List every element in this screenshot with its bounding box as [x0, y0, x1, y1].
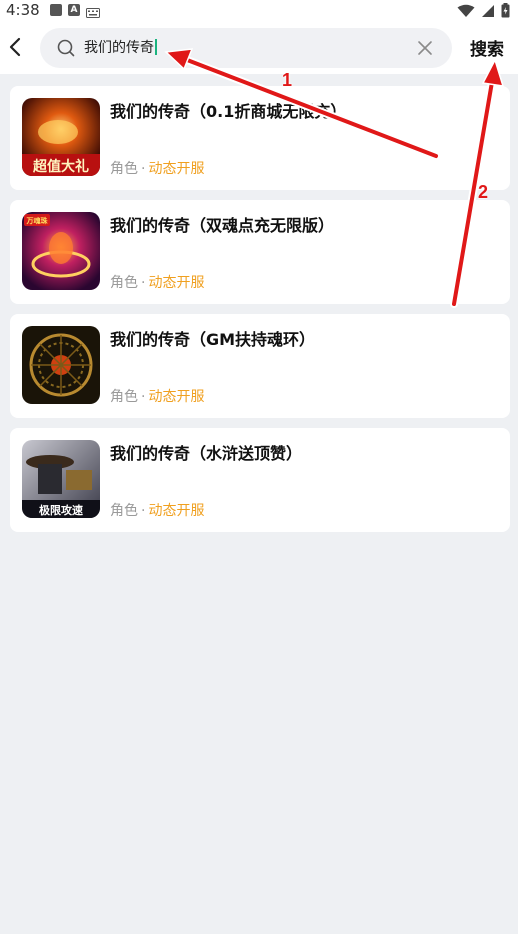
status-time: 4:38 [6, 1, 40, 19]
game-category: 角色 [110, 389, 138, 405]
meta-separator: · [141, 161, 146, 177]
game-meta: 角色 · 动态开服 [110, 386, 204, 406]
game-category: 角色 [110, 275, 138, 291]
search-input-value: 我们的传奇 [84, 40, 154, 56]
annotation-label-1: 1 [282, 70, 293, 90]
game-icon [22, 326, 100, 404]
search-button[interactable]: 搜索 [470, 35, 504, 60]
text-notification-icon: A [68, 4, 80, 16]
game-title: 我们的传奇（双魂点充无限版） [110, 216, 335, 235]
search-input[interactable]: 我们的传奇 [84, 38, 157, 58]
game-meta: 角色 · 动态开服 [110, 158, 204, 178]
game-category: 角色 [110, 503, 138, 519]
image-notification-icon [50, 4, 62, 16]
search-results-list: 超值大礼 我们的传奇（0.1折商城无限充） 角色 · 动态开服 万魂珠 我们的传… [10, 86, 510, 542]
game-icon-text: 超值大礼 [32, 158, 89, 175]
game-tag: 动态开服 [148, 389, 205, 405]
game-tag: 动态开服 [148, 161, 205, 177]
search-box[interactable]: 我们的传奇 [40, 28, 452, 68]
game-icon-text: 万魂珠 [26, 216, 49, 225]
search-header: 我们的传奇 搜索 [0, 22, 518, 74]
status-bar: 4:38 A [0, 0, 518, 22]
game-category: 角色 [110, 161, 138, 177]
meta-separator: · [141, 389, 146, 405]
game-icon: 极限攻速 [22, 440, 100, 518]
result-card[interactable]: 我们的传奇（GM扶持魂环） 角色 · 动态开服 [10, 314, 510, 418]
search-icon [57, 39, 75, 57]
clear-icon[interactable] [416, 39, 434, 57]
game-meta: 角色 · 动态开服 [110, 500, 204, 520]
game-title: 我们的传奇（0.1折商城无限充） [110, 102, 347, 121]
annotation-label-2: 2 [478, 182, 489, 202]
signal-icon [481, 3, 495, 22]
status-system-icons [457, 3, 510, 22]
back-arrow-icon [9, 37, 21, 57]
game-icon: 万魂珠 [22, 212, 100, 290]
text-caret [155, 39, 157, 55]
game-title: 我们的传奇（水浒送顶赞） [110, 444, 303, 463]
meta-separator: · [141, 275, 146, 291]
back-button[interactable] [2, 32, 32, 62]
battery-icon [501, 3, 510, 22]
game-meta: 角色 · 动态开服 [110, 272, 204, 292]
result-card[interactable]: 万魂珠 我们的传奇（双魂点充无限版） 角色 · 动态开服 [10, 200, 510, 304]
status-notifications: A [50, 4, 100, 23]
meta-separator: · [141, 503, 146, 519]
keyboard-icon [86, 4, 100, 23]
wifi-icon [457, 3, 475, 22]
game-title: 我们的传奇（GM扶持魂环） [110, 330, 316, 349]
result-card[interactable]: 极限攻速 我们的传奇（水浒送顶赞） 角色 · 动态开服 [10, 428, 510, 532]
game-tag: 动态开服 [148, 503, 205, 519]
game-icon: 超值大礼 [22, 98, 100, 176]
game-icon-text: 极限攻速 [39, 503, 83, 517]
game-tag: 动态开服 [148, 275, 205, 291]
result-card[interactable]: 超值大礼 我们的传奇（0.1折商城无限充） 角色 · 动态开服 [10, 86, 510, 190]
